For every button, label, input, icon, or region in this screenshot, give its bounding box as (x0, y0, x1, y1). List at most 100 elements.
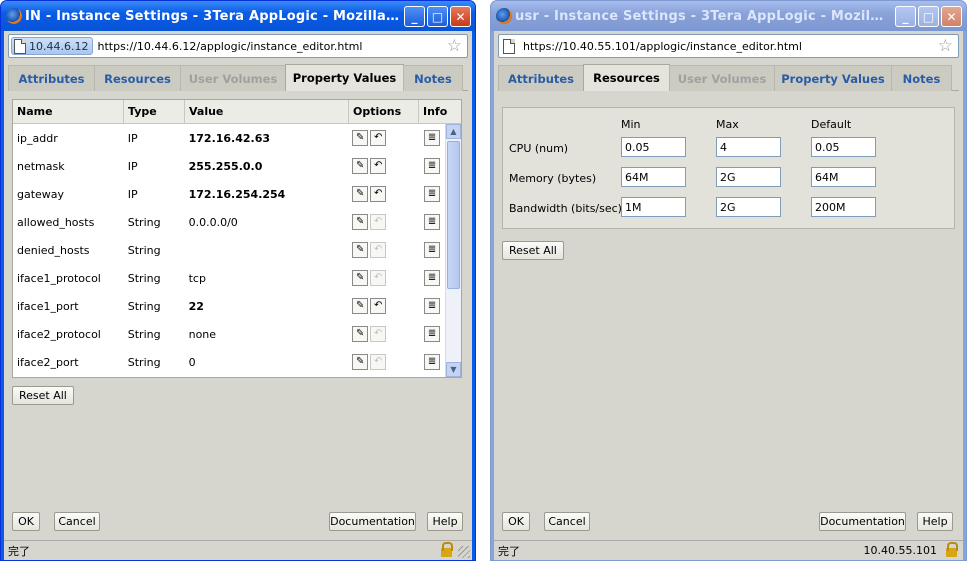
tab-attributes[interactable]: Attributes (498, 65, 584, 91)
edit-icon[interactable]: ✎ (352, 270, 369, 286)
revert-icon[interactable]: ↶ (370, 298, 387, 314)
cpu-min-field[interactable]: 0.05 (621, 137, 686, 157)
edit-icon[interactable]: ✎ (352, 326, 369, 342)
revert-icon[interactable]: ↶ (370, 158, 387, 174)
cell-value[interactable]: 172.16.42.63 (185, 132, 349, 145)
revert-icon[interactable]: ↶ (370, 186, 387, 202)
edit-icon[interactable]: ✎ (352, 130, 369, 146)
bandwidth-default-field[interactable]: 200M (811, 197, 876, 217)
documentation-button[interactable]: Documentation (329, 512, 416, 531)
revert-icon: ↶ (370, 326, 387, 342)
cell-type: String (127, 271, 161, 285)
page-icon (503, 38, 515, 54)
table-row[interactable]: allowed_hosts String 0.0.0.0/0 ✎ ↶ ≣ (13, 208, 461, 236)
edit-icon[interactable]: ✎ (352, 186, 369, 202)
close-button[interactable]: ✕ (941, 6, 962, 27)
tab-property-values[interactable]: Property Values (285, 64, 404, 91)
edit-icon[interactable]: ✎ (352, 242, 369, 258)
info-list-icon[interactable]: ≣ (424, 354, 441, 370)
tab-notes[interactable]: Notes (403, 65, 463, 91)
table-row[interactable]: gateway IP 172.16.254.254 ✎ ↶ ≣ (13, 180, 461, 208)
cancel-button[interactable]: Cancel (54, 512, 100, 531)
minimize-button[interactable]: _ (895, 6, 916, 27)
bandwidth-max-field[interactable]: 2G (716, 197, 781, 217)
memory-default-field[interactable]: 64M (811, 167, 876, 187)
cell-value[interactable]: tcp (185, 272, 349, 285)
revert-icon: ↶ (370, 354, 387, 370)
header-value[interactable]: Value (185, 100, 349, 123)
tab-notes[interactable]: Notes (891, 65, 952, 91)
site-identity-badge[interactable]: 10.44.6.12 (11, 37, 94, 55)
site-identity-badge[interactable] (501, 37, 519, 55)
cell-value[interactable]: 255.255.0.0 (185, 160, 349, 173)
info-list-icon[interactable]: ≣ (424, 298, 441, 314)
lock-icon[interactable] (946, 542, 958, 557)
cell-value[interactable]: 0 (185, 356, 349, 369)
table-row[interactable]: iface1_protocol String tcp ✎ ↶ ≣ (13, 264, 461, 292)
table-row[interactable]: iface2_protocol String none ✎ ↶ ≣ (13, 320, 461, 348)
left-title-bar[interactable]: IN - Instance Settings - 3Tera AppLogic … (1, 1, 475, 31)
info-list-icon[interactable]: ≣ (424, 186, 441, 202)
left-url-bar[interactable]: 10.44.6.12 https://10.44.6.12/applogic/i… (8, 34, 468, 58)
documentation-button[interactable]: Documentation (819, 512, 906, 531)
scroll-down-arrow-icon[interactable]: ▼ (446, 362, 461, 377)
info-list-icon[interactable]: ≣ (424, 158, 441, 174)
tab-resources[interactable]: Resources (94, 65, 181, 91)
tab-property-values[interactable]: Property Values (774, 65, 892, 91)
column-min: Min (621, 118, 641, 131)
info-list-icon[interactable]: ≣ (424, 270, 441, 286)
header-name[interactable]: Name (13, 100, 124, 123)
cpu-default-field[interactable]: 0.05 (811, 137, 876, 157)
tab-resources[interactable]: Resources (583, 64, 670, 91)
info-list-icon[interactable]: ≣ (424, 214, 441, 230)
help-button[interactable]: Help (917, 512, 953, 531)
header-info[interactable]: Info (419, 100, 447, 123)
table-row[interactable]: netmask IP 255.255.0.0 ✎ ↶ ≣ (13, 152, 461, 180)
right-url-bar[interactable]: https://10.40.55.101/applogic/instance_e… (498, 34, 959, 58)
cell-value[interactable]: 0.0.0.0/0 (185, 216, 349, 229)
table-row[interactable]: iface1_port String 22 ✎ ↶ ≣ (13, 292, 461, 320)
close-button[interactable]: ✕ (450, 6, 471, 27)
info-list-icon[interactable]: ≣ (424, 326, 441, 342)
minimize-button[interactable]: _ (404, 6, 425, 27)
cell-value[interactable]: 172.16.254.254 (185, 188, 349, 201)
firefox-icon (6, 8, 22, 24)
bookmark-star-icon[interactable]: ☆ (447, 37, 462, 55)
right-title-bar[interactable]: usr - Instance Settings - 3Tera AppLogic… (491, 1, 966, 31)
scroll-thumb[interactable] (447, 141, 460, 289)
right-browser-window: usr - Instance Settings - 3Tera AppLogic… (490, 0, 967, 561)
table-scrollbar[interactable]: ▲ ▼ (445, 124, 461, 377)
edit-icon[interactable]: ✎ (352, 214, 369, 230)
cancel-button[interactable]: Cancel (544, 512, 590, 531)
help-button[interactable]: Help (427, 512, 463, 531)
tab-attributes[interactable]: Attributes (8, 65, 95, 91)
ok-button[interactable]: OK (12, 512, 40, 531)
scroll-up-arrow-icon[interactable]: ▲ (446, 124, 461, 139)
lock-icon[interactable] (441, 542, 453, 557)
ok-button[interactable]: OK (502, 512, 530, 531)
edit-icon[interactable]: ✎ (352, 298, 369, 314)
table-row[interactable]: denied_hosts String ✎ ↶ ≣ (13, 236, 461, 264)
table-row[interactable]: ip_addr IP 172.16.42.63 ✎ ↶ ≣ (13, 124, 461, 152)
bandwidth-min-field[interactable]: 1M (621, 197, 686, 217)
cell-value[interactable]: none (185, 328, 349, 341)
memory-min-field[interactable]: 64M (621, 167, 686, 187)
edit-icon[interactable]: ✎ (352, 158, 369, 174)
edit-icon[interactable]: ✎ (352, 354, 369, 370)
maximize-button[interactable]: □ (427, 6, 448, 27)
bookmark-star-icon[interactable]: ☆ (938, 37, 953, 55)
cell-name: denied_hosts (17, 243, 90, 257)
info-list-icon[interactable]: ≣ (424, 130, 441, 146)
memory-max-field[interactable]: 2G (716, 167, 781, 187)
revert-icon[interactable]: ↶ (370, 130, 387, 146)
cpu-max-field[interactable]: 4 (716, 137, 781, 157)
cell-value[interactable]: 22 (185, 300, 349, 313)
info-list-icon[interactable]: ≣ (424, 242, 441, 258)
resize-grip[interactable] (458, 546, 470, 558)
header-options[interactable]: Options (349, 100, 419, 123)
header-type[interactable]: Type (124, 100, 185, 123)
reset-all-button[interactable]: Reset All (12, 386, 74, 405)
table-row[interactable]: iface2_port String 0 ✎ ↶ ≣ (13, 348, 461, 376)
reset-all-button[interactable]: Reset All (502, 241, 564, 260)
maximize-button[interactable]: □ (918, 6, 939, 27)
